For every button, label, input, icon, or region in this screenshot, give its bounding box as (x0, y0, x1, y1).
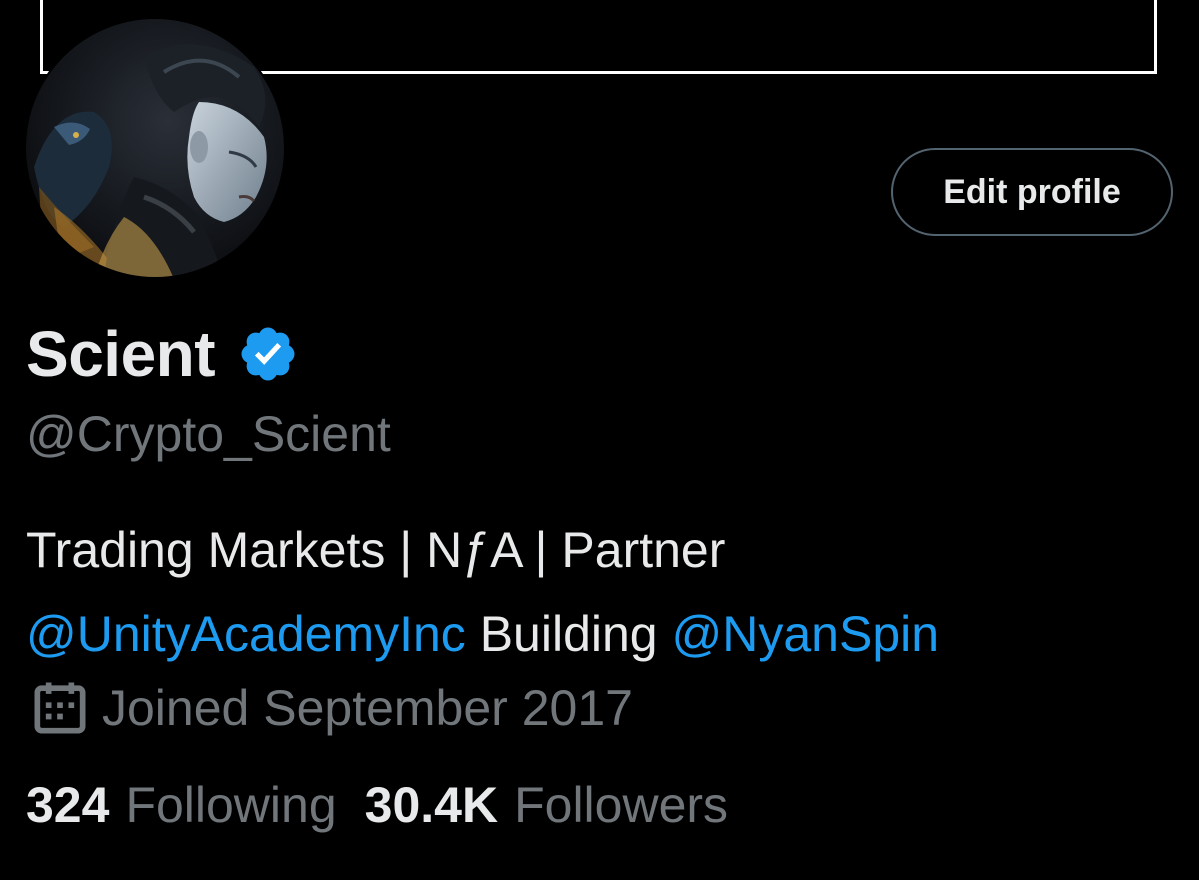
bio-line-1: Trading Markets | NƒA | Partner (26, 522, 726, 578)
display-name: Scient (26, 318, 216, 390)
edit-profile-button[interactable]: Edit profile (891, 148, 1173, 236)
joined-text: Joined September 2017 (102, 680, 633, 736)
following-count: 324 (26, 777, 110, 833)
joined-date: Joined September 2017 (26, 674, 633, 742)
user-handle: @Crypto_Scient (26, 406, 391, 462)
bio-line-2: @UnityAcademyInc Building @NyanSpin (26, 592, 1176, 676)
verified-badge-icon[interactable] (237, 323, 299, 385)
followers-link[interactable]: 30.4K Followers (365, 776, 728, 834)
follow-stats: 324 Following 30.4K Followers (26, 776, 756, 834)
mention-nyanspin-link[interactable]: @NyanSpin (672, 606, 940, 662)
followers-count: 30.4K (364, 777, 499, 833)
name-row: Scient (26, 316, 299, 392)
avatar-image (26, 19, 284, 277)
followers-label: Followers (514, 777, 729, 833)
mention-unityacademyinc-link[interactable]: @UnityAcademyInc (26, 606, 466, 662)
calendar-icon (34, 682, 86, 734)
following-link[interactable]: 324 Following (26, 776, 337, 834)
profile-bio: Trading Markets | NƒA | Partner @UnityAc… (26, 508, 1176, 676)
avatar[interactable] (24, 17, 286, 279)
bio-text: Building (465, 606, 672, 662)
following-label: Following (125, 777, 337, 833)
